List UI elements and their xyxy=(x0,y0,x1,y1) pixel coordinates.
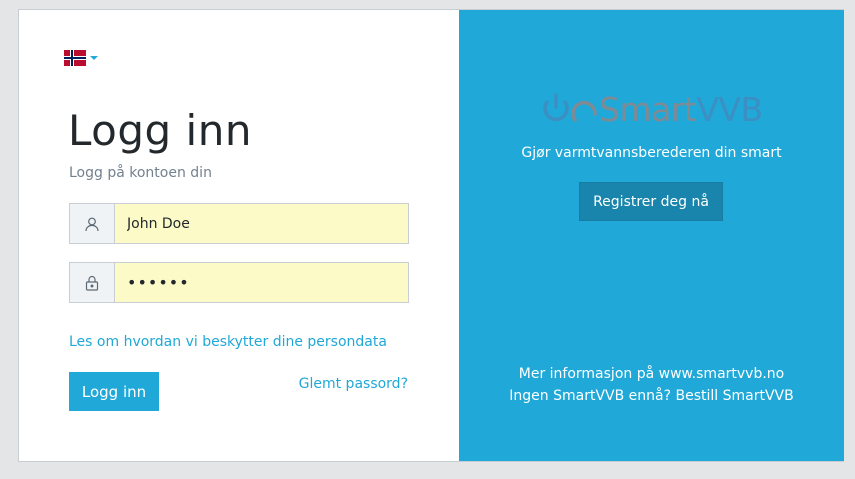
info-block: Mer informasjon på www.smartvvb.no Ingen… xyxy=(459,363,844,407)
promo-panel: SmartVVB Gjør varmtvannsberederen din sm… xyxy=(459,10,844,461)
privacy-link[interactable]: Les om hvordan vi beskytter dine persond… xyxy=(69,334,387,350)
forgot-password-link[interactable]: Glemt passord? xyxy=(299,376,408,392)
tagline: Gjør varmtvannsberederen din smart xyxy=(521,145,782,161)
norway-flag-icon xyxy=(64,50,86,66)
password-input[interactable] xyxy=(115,262,409,303)
login-card: Logg inn Logg på kontoen din Les om xyxy=(18,9,844,462)
lock-icon xyxy=(69,262,115,303)
logo-smart: Smart xyxy=(599,89,697,129)
username-group xyxy=(69,203,409,244)
language-selector[interactable] xyxy=(64,50,98,66)
user-icon xyxy=(69,203,115,244)
page-title: Logg inn xyxy=(68,106,252,155)
register-button[interactable]: Registrer deg nå xyxy=(579,182,723,221)
password-group xyxy=(69,262,409,303)
page-subtitle: Logg på kontoen din xyxy=(69,165,212,181)
info-order[interactable]: Ingen SmartVVB ennå? Bestill SmartVVB xyxy=(459,385,844,407)
username-input[interactable] xyxy=(115,203,409,244)
login-panel: Logg inn Logg på kontoen din Les om xyxy=(19,10,459,461)
caret-down-icon xyxy=(90,56,98,60)
logo-vvb: VVB xyxy=(696,89,763,129)
smartvvb-logo: SmartVVB xyxy=(539,92,763,126)
power-logo-icon xyxy=(543,93,597,122)
login-button[interactable]: Logg inn xyxy=(69,372,159,411)
info-website[interactable]: Mer informasjon på www.smartvvb.no xyxy=(459,363,844,385)
